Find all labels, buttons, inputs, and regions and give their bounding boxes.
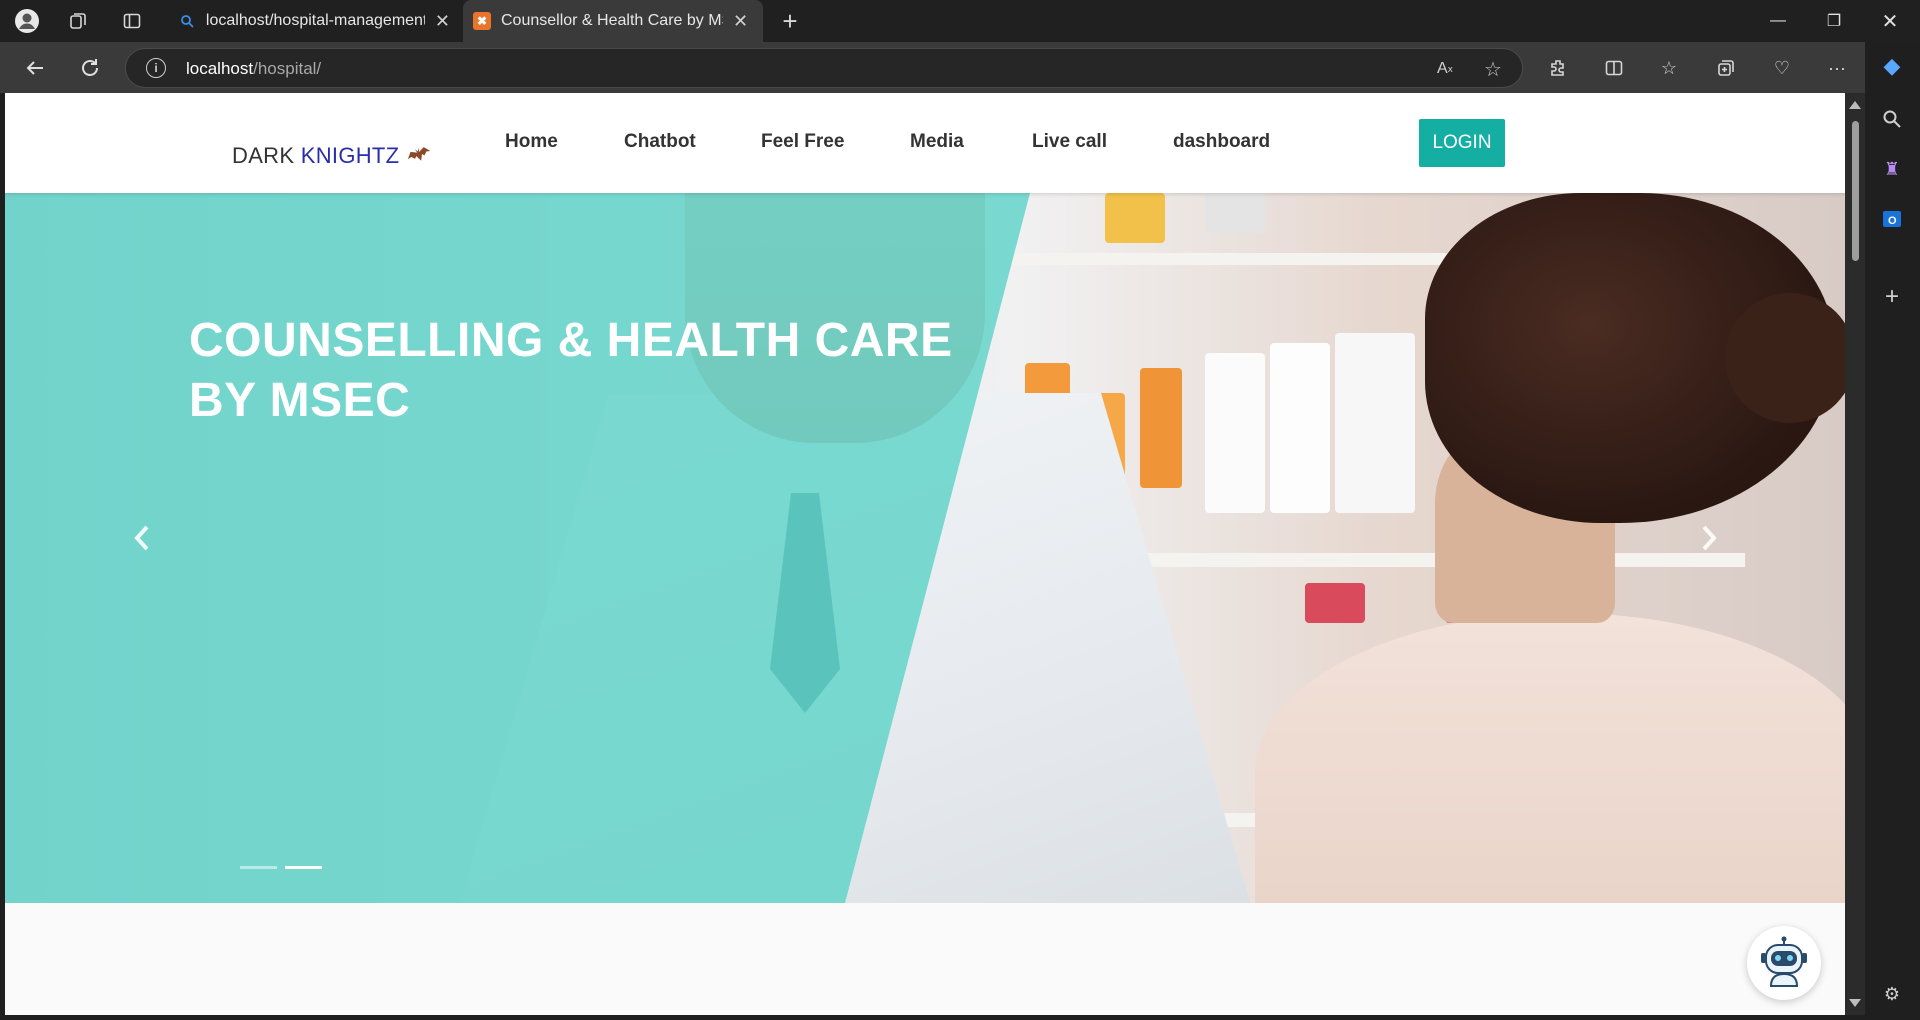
close-window-icon[interactable]: ✕ bbox=[1862, 0, 1918, 42]
carousel-indicator-active[interactable] bbox=[285, 866, 322, 869]
tab-hospital-management[interactable]: localhost/hospital-management-s ✕ bbox=[168, 0, 460, 42]
page-viewport: DARK KNIGHTZ Home Chatbot Feel Free Medi… bbox=[5, 93, 1845, 1015]
bat-icon bbox=[404, 142, 436, 173]
back-icon[interactable] bbox=[19, 52, 51, 84]
collections-icon[interactable] bbox=[1712, 54, 1740, 82]
scroll-down-icon[interactable] bbox=[1849, 999, 1861, 1007]
nav-home[interactable]: Home bbox=[505, 131, 558, 153]
profile-icon[interactable] bbox=[13, 7, 41, 35]
xampp-icon: ✖ bbox=[473, 12, 491, 30]
nav-dashboard[interactable]: dashboard bbox=[1173, 131, 1270, 153]
split-screen-icon[interactable] bbox=[1600, 54, 1628, 82]
search-icon[interactable] bbox=[1877, 104, 1907, 134]
carousel-next-icon[interactable] bbox=[1694, 518, 1724, 558]
site-header: DARK KNIGHTZ Home Chatbot Feel Free Medi… bbox=[5, 93, 1845, 193]
edge-sidebar: ◆ ♜ O + ⚙ bbox=[1865, 42, 1920, 1020]
read-aloud-icon[interactable]: Aⅹ bbox=[1433, 57, 1457, 81]
close-tab-icon[interactable]: ✕ bbox=[733, 11, 748, 32]
games-icon[interactable]: ♜ bbox=[1877, 154, 1907, 184]
maximize-icon[interactable]: ❐ bbox=[1806, 0, 1862, 42]
robot-icon bbox=[1761, 936, 1807, 987]
nav-feel-free[interactable]: Feel Free bbox=[761, 131, 844, 153]
minimize-icon[interactable]: — bbox=[1750, 0, 1806, 42]
outlook-icon[interactable]: O bbox=[1877, 204, 1907, 234]
add-sidebar-app-icon[interactable]: + bbox=[1877, 282, 1907, 312]
extensions-icon[interactable] bbox=[1545, 54, 1573, 82]
nav-media[interactable]: Media bbox=[910, 131, 964, 153]
brand-logo[interactable]: DARK KNIGHTZ bbox=[232, 143, 433, 169]
brand-name-part2: KNIGHTZ bbox=[300, 143, 400, 168]
hero-title: COUNSELLING & HEALTH CARE BY MSEC bbox=[189, 314, 953, 427]
more-menu-icon[interactable]: ··· bbox=[1823, 54, 1851, 82]
sidebar-settings-icon[interactable]: ⚙ bbox=[1877, 979, 1907, 1009]
new-tab-icon[interactable]: + bbox=[776, 6, 804, 36]
copilot-icon[interactable]: ◆ bbox=[1877, 51, 1907, 81]
close-tab-icon[interactable]: ✕ bbox=[435, 11, 450, 32]
login-button[interactable]: LOGIN bbox=[1419, 119, 1505, 167]
browser-toolbar: i localhost/hospital/ Aⅹ ☆ ☆ ♡ ··· bbox=[0, 42, 1920, 93]
tab-title: localhost/hospital-management-s bbox=[205, 12, 425, 29]
search-icon bbox=[178, 12, 196, 30]
address-bar[interactable]: i localhost/hospital/ Aⅹ ☆ bbox=[125, 48, 1523, 88]
brand-name-part1: DARK bbox=[232, 143, 301, 168]
favorite-star-icon[interactable]: ☆ bbox=[1481, 57, 1505, 81]
nav-chatbot[interactable]: Chatbot bbox=[624, 131, 696, 153]
scroll-thumb[interactable] bbox=[1852, 121, 1859, 261]
page-scrollbar[interactable] bbox=[1845, 93, 1865, 1015]
url-text[interactable]: localhost/hospital/ bbox=[186, 59, 321, 79]
chatbot-launcher-button[interactable] bbox=[1747, 926, 1821, 1000]
browser-tabbar: localhost/hospital-management-s ✕ ✖ Coun… bbox=[0, 0, 1920, 42]
carousel-indicators bbox=[240, 866, 322, 869]
nav-live-call[interactable]: Live call bbox=[1032, 131, 1107, 153]
tab-title: Counsellor & Health Care by MSE bbox=[501, 12, 723, 29]
carousel-indicator[interactable] bbox=[240, 866, 277, 869]
carousel-prev-icon[interactable] bbox=[127, 518, 157, 558]
tab-counsellor[interactable]: ✖ Counsellor & Health Care by MSE ✕ bbox=[463, 0, 763, 42]
url-path: /hospital/ bbox=[253, 59, 322, 78]
site-info-icon[interactable]: i bbox=[146, 58, 166, 78]
favorites-icon[interactable]: ☆ bbox=[1655, 54, 1683, 82]
hero-carousel: COUNSELLING & HEALTH CARE BY MSEC bbox=[5, 193, 1845, 903]
refresh-icon[interactable] bbox=[74, 52, 106, 84]
svg-text:O: O bbox=[1888, 215, 1897, 227]
workspaces-icon[interactable] bbox=[64, 7, 92, 35]
browser-essentials-icon[interactable]: ♡ bbox=[1768, 54, 1796, 82]
scroll-up-icon[interactable] bbox=[1849, 101, 1861, 109]
url-host: localhost bbox=[186, 59, 254, 78]
vertical-tabs-icon[interactable] bbox=[118, 7, 146, 35]
